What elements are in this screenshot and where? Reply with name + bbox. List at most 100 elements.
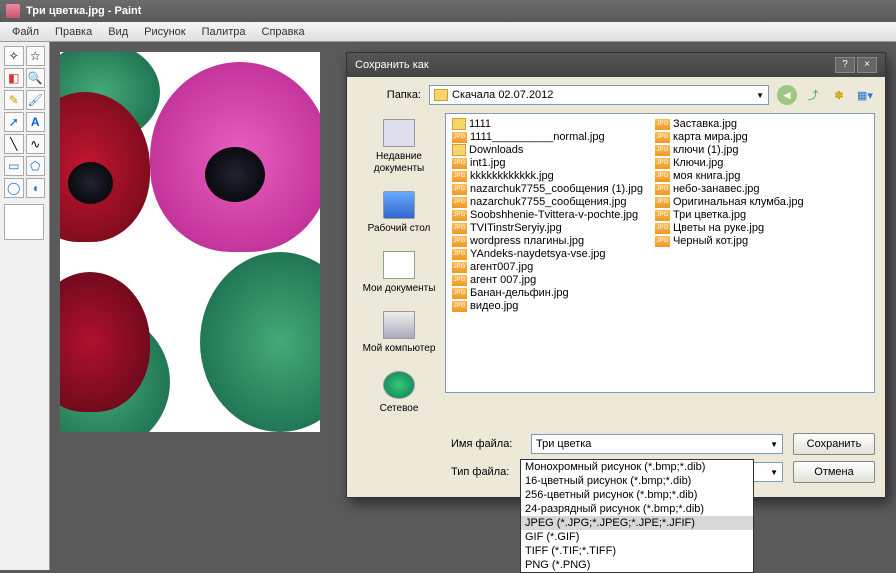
menu-view[interactable]: Вид xyxy=(100,24,136,40)
file-item[interactable]: JPGКлючи.jpg xyxy=(655,157,804,169)
save-as-dialog: Сохранить как ? × Папка: Скачала 02.07.2… xyxy=(346,52,886,498)
folder-icon xyxy=(452,118,466,130)
file-item[interactable]: JPGключи (1).jpg xyxy=(655,144,804,156)
file-item[interactable]: JPGТри цветка.jpg xyxy=(655,209,804,221)
place-recent[interactable]: Недавние документы xyxy=(357,113,441,185)
file-item[interactable]: JPGkkkkkkkkkkkk.jpg xyxy=(452,170,643,182)
cancel-button[interactable]: Отмена xyxy=(793,461,875,483)
nav-views-button[interactable]: ▦▾ xyxy=(855,85,875,105)
jpg-icon: JPG xyxy=(452,210,467,221)
folder-combo[interactable]: Скачала 02.07.2012 ▼ xyxy=(429,85,769,105)
tool-pick-color[interactable]: ➚ xyxy=(4,112,24,132)
tool-brush[interactable]: 🖌 xyxy=(26,90,46,110)
nav-back-button[interactable]: ◄ xyxy=(777,85,797,105)
file-item[interactable]: JPGint1.jpg xyxy=(452,157,643,169)
tool-line[interactable]: ╲ xyxy=(4,134,24,154)
dialog-title: Сохранить как xyxy=(355,59,429,71)
tool-eraser[interactable]: ◧ xyxy=(4,68,24,88)
file-item[interactable]: JPGnazarchuk7755_сообщения (1).jpg xyxy=(452,183,643,195)
jpg-icon: JPG xyxy=(452,249,467,260)
file-name: nazarchuk7755_сообщения (1).jpg xyxy=(470,183,643,195)
file-item[interactable]: JPGSoobshhenie-Tvittera-v-pochte.jpg xyxy=(452,209,643,221)
filetype-option[interactable]: 256-цветный рисунок (*.bmp;*.dib) xyxy=(521,488,753,502)
jpg-icon: JPG xyxy=(452,288,467,299)
jpg-icon: JPG xyxy=(452,236,467,247)
file-item[interactable]: JPGмоя книга.jpg xyxy=(655,170,804,182)
tool-text[interactable]: A xyxy=(26,112,46,132)
menu-bar: Файл Правка Вид Рисунок Палитра Справка xyxy=(0,22,896,42)
file-name: видео.jpg xyxy=(470,300,518,312)
file-name: Заставка.jpg xyxy=(673,118,737,130)
tool-curve[interactable]: ∿ xyxy=(26,134,46,154)
folder-value: Скачала 02.07.2012 xyxy=(452,89,553,101)
menu-palette[interactable]: Палитра xyxy=(194,24,254,40)
jpg-icon: JPG xyxy=(452,223,467,234)
filetype-option[interactable]: 16-цветный рисунок (*.bmp;*.dib) xyxy=(521,474,753,488)
place-computer[interactable]: Мой компьютер xyxy=(357,305,441,365)
tool-rounded-rect[interactable]: ◖ xyxy=(26,178,46,198)
filetype-option[interactable]: 24-разрядный рисунок (*.bmp;*.dib) xyxy=(521,502,753,516)
filetype-option[interactable]: Монохромный рисунок (*.bmp;*.dib) xyxy=(521,460,753,474)
tool-options-swatch xyxy=(4,204,44,240)
file-name: Банан-дельфин.jpg xyxy=(470,287,569,299)
file-item[interactable]: Downloads xyxy=(452,144,643,156)
file-list-pane[interactable]: 1111JPG1111__________normal.jpgDownloads… xyxy=(445,113,875,393)
menu-edit[interactable]: Правка xyxy=(47,24,100,40)
file-item[interactable]: JPGОригинальная клумба.jpg xyxy=(655,196,804,208)
file-item[interactable]: JPGЗаставка.jpg xyxy=(655,118,804,130)
file-name: 1111 xyxy=(469,118,491,130)
file-name: карта мира.jpg xyxy=(673,131,748,143)
nav-newfolder-button[interactable]: ✽ xyxy=(829,85,849,105)
tool-polygon[interactable]: ⬠ xyxy=(26,156,46,176)
file-item[interactable]: JPGYAndeks-naydetsya-vse.jpg xyxy=(452,248,643,260)
file-item[interactable]: 1111 xyxy=(452,118,643,130)
close-button[interactable]: × xyxy=(857,57,877,73)
file-item[interactable]: JPGЦветы на руке.jpg xyxy=(655,222,804,234)
jpg-icon: JPG xyxy=(452,184,467,195)
file-name: nazarchuk7755_сообщения.jpg xyxy=(470,196,626,208)
tool-magnifier[interactable]: 🔍 xyxy=(26,68,46,88)
file-item[interactable]: JPG1111__________normal.jpg xyxy=(452,131,643,143)
file-item[interactable]: JPGTVITinstrSeryiy.jpg xyxy=(452,222,643,234)
tool-ellipse[interactable]: ◯ xyxy=(4,178,24,198)
nav-up-button[interactable]: ⤴ xyxy=(803,85,823,105)
file-item[interactable]: JPGагент007.jpg xyxy=(452,261,643,273)
file-name: YAndeks-naydetsya-vse.jpg xyxy=(470,248,606,260)
folder-icon xyxy=(452,144,466,156)
file-item[interactable]: JPGвидео.jpg xyxy=(452,300,643,312)
canvas-image[interactable] xyxy=(60,52,320,432)
filetype-option[interactable]: GIF (*.GIF) xyxy=(521,530,753,544)
file-item[interactable]: JPGБанан-дельфин.jpg xyxy=(452,287,643,299)
menu-help[interactable]: Справка xyxy=(254,24,313,40)
help-button[interactable]: ? xyxy=(835,57,855,73)
file-item[interactable]: JPGкарта мира.jpg xyxy=(655,131,804,143)
file-name: int1.jpg xyxy=(470,157,505,169)
jpg-icon: JPG xyxy=(452,275,467,286)
file-item[interactable]: JPGЧерный кот.jpg xyxy=(655,235,804,247)
tool-select[interactable]: ☆ xyxy=(26,46,46,66)
place-documents[interactable]: Мои документы xyxy=(357,245,441,305)
dialog-titlebar[interactable]: Сохранить как ? × xyxy=(347,53,885,77)
menu-file[interactable]: Файл xyxy=(4,24,47,40)
chevron-down-icon: ▼ xyxy=(770,468,778,477)
file-name: wordpress плагины.jpg xyxy=(470,235,584,247)
file-item[interactable]: JPGwordpress плагины.jpg xyxy=(452,235,643,247)
filetype-option-selected[interactable]: JPEG (*.JPG;*.JPEG;*.JPE;*.JFIF) xyxy=(521,516,753,530)
tool-freeform-select[interactable]: ✧ xyxy=(4,46,24,66)
filetype-option[interactable]: TIFF (*.TIF;*.TIFF) xyxy=(521,544,753,558)
file-item[interactable]: JPGnazarchuk7755_сообщения.jpg xyxy=(452,196,643,208)
menu-image[interactable]: Рисунок xyxy=(136,24,194,40)
folder-icon xyxy=(434,89,448,101)
save-button[interactable]: Сохранить xyxy=(793,433,875,455)
file-item[interactable]: JPGагент 007.jpg xyxy=(452,274,643,286)
tool-rectangle[interactable]: ▭ xyxy=(4,156,24,176)
file-item[interactable]: JPGнебо-занавес.jpg xyxy=(655,183,804,195)
app-titlebar: Три цветка.jpg - Paint xyxy=(0,0,896,22)
filename-input[interactable]: Три цветка▼ xyxy=(531,434,783,454)
tool-pencil[interactable]: ✎ xyxy=(4,90,24,110)
jpg-icon: JPG xyxy=(452,171,467,182)
filetype-dropdown[interactable]: Монохромный рисунок (*.bmp;*.dib) 16-цве… xyxy=(520,459,754,573)
place-desktop[interactable]: Рабочий стол xyxy=(357,185,441,245)
place-network[interactable]: Сетевое xyxy=(357,365,441,425)
folder-label: Папка: xyxy=(357,89,421,101)
